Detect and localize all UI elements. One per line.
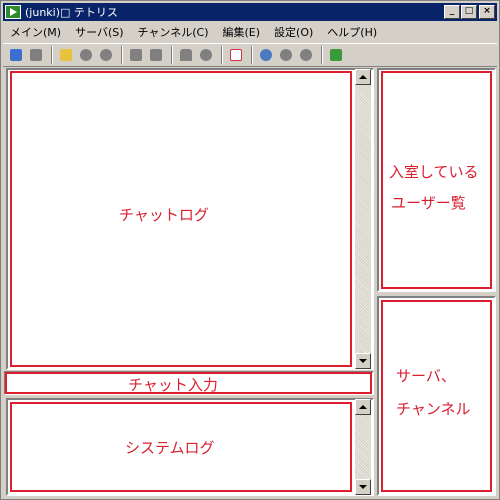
private-message-icon[interactable]	[147, 46, 165, 64]
server-channel-outline	[381, 300, 492, 492]
menu-edit[interactable]: 編集(E)	[215, 24, 267, 40]
app-window: (junki)□ テトリス _ □ × メイン(M) サーバ(S) チャンネル(…	[0, 0, 500, 500]
system-log-scrollbar[interactable]	[355, 399, 371, 495]
arrow-down-icon	[359, 485, 367, 489]
menu-server[interactable]: サーバ(S)	[68, 24, 130, 40]
toolbar-separator	[121, 46, 123, 64]
menu-settings[interactable]: 設定(O)	[267, 24, 320, 40]
menu-help[interactable]: ヘルプ(H)	[320, 24, 384, 40]
whois-icon[interactable]	[277, 46, 295, 64]
menu-bar: メイン(M) サーバ(S) チャンネル(C) 編集(E) 設定(O) ヘルプ(H…	[3, 22, 497, 41]
toolbar-separator	[51, 46, 53, 64]
arrow-down-icon	[359, 359, 367, 363]
user-list-label-line1: 入室している	[389, 163, 479, 181]
arrow-up-icon	[359, 405, 367, 409]
scroll-up-button[interactable]	[355, 399, 371, 415]
chat-log-scrollbar[interactable]	[355, 69, 371, 369]
exit-icon[interactable]	[327, 46, 345, 64]
search-icon[interactable]	[257, 46, 275, 64]
connect-icon[interactable]	[7, 46, 25, 64]
checklist-icon[interactable]	[227, 46, 245, 64]
lock-icon[interactable]	[177, 46, 195, 64]
toolbar-separator	[221, 46, 223, 64]
menu-channel[interactable]: チャンネル(C)	[131, 24, 216, 40]
channel-part-icon[interactable]	[97, 46, 115, 64]
system-log-label: システムログ	[125, 439, 215, 457]
arrow-up-icon	[359, 75, 367, 79]
mode-icon[interactable]	[197, 46, 215, 64]
minimize-button[interactable]: _	[444, 5, 460, 19]
disconnect-icon[interactable]	[27, 46, 45, 64]
toolbar-separator	[251, 46, 253, 64]
chat-input-label: チャット入力	[128, 376, 218, 394]
channel-icon[interactable]	[77, 46, 95, 64]
user-list-label-line2: ユーザー覧	[391, 194, 466, 212]
folder-icon[interactable]	[57, 46, 75, 64]
message-icon[interactable]	[127, 46, 145, 64]
maximize-button[interactable]: □	[461, 5, 477, 19]
window-controls: _ □ ×	[443, 5, 495, 19]
close-button[interactable]: ×	[479, 5, 495, 19]
window-title: (junki)□ テトリス	[25, 6, 118, 19]
server-label-line1: サーバ、	[396, 367, 456, 385]
scroll-up-button[interactable]	[355, 69, 371, 85]
toolbar	[3, 43, 497, 67]
toolbar-separator	[321, 46, 323, 64]
menu-main[interactable]: メイン(M)	[3, 24, 68, 40]
user-icon[interactable]	[297, 46, 315, 64]
chat-log-label: チャットログ	[119, 206, 209, 224]
app-icon[interactable]	[5, 5, 21, 19]
scroll-down-button[interactable]	[355, 479, 371, 495]
scroll-down-button[interactable]	[355, 353, 371, 369]
title-bar[interactable]: (junki)□ テトリス _ □ ×	[3, 3, 497, 21]
server-label-line2: チャンネル	[396, 400, 471, 418]
toolbar-separator	[171, 46, 173, 64]
